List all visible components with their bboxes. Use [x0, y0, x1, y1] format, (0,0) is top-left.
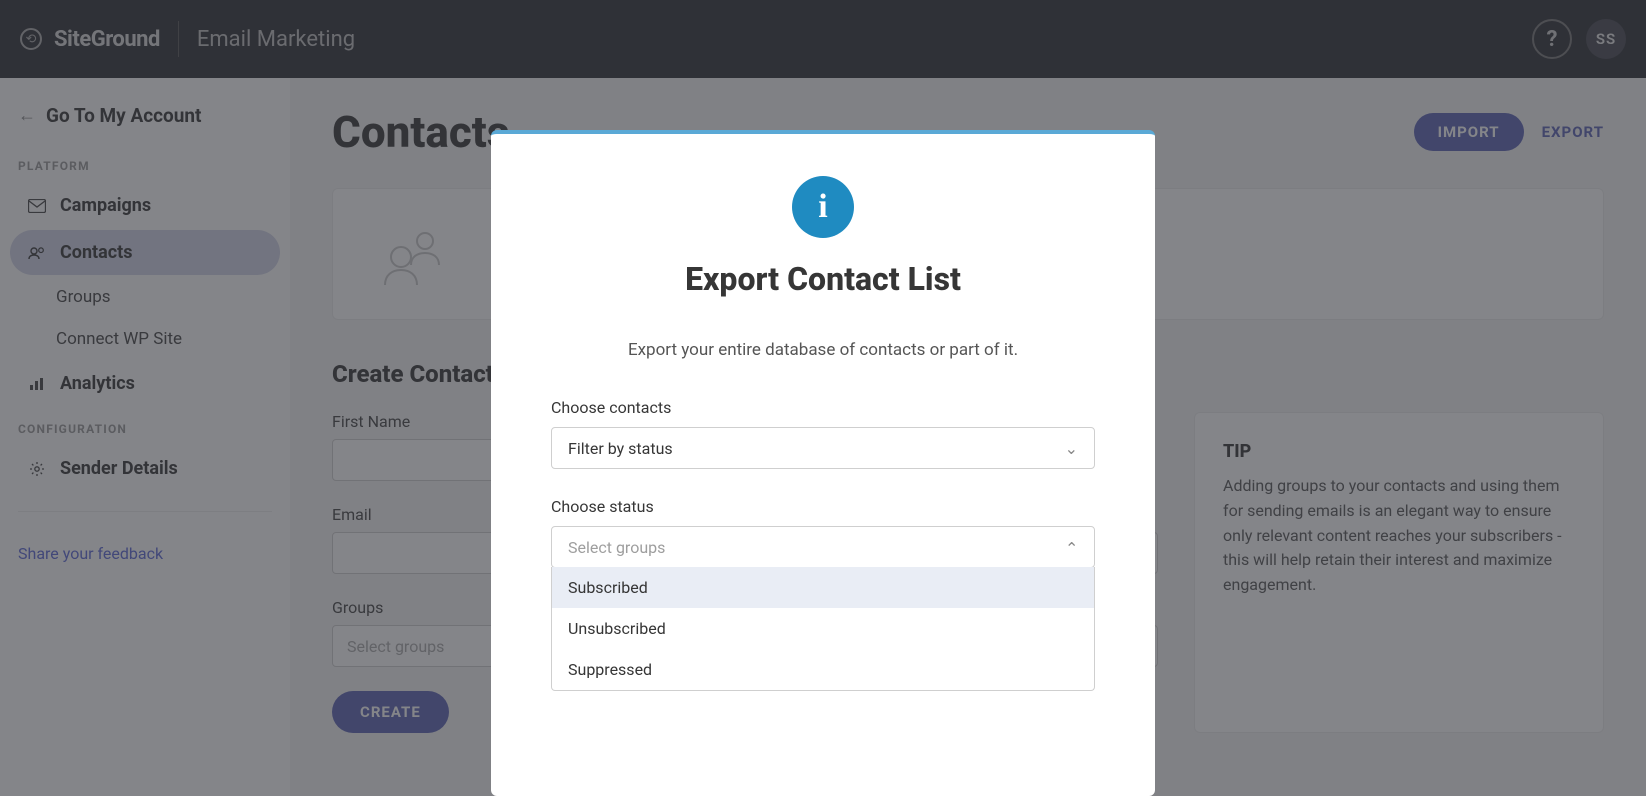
export-contacts-modal: i Export Contact List Export your entire… [491, 130, 1155, 796]
modal-subtitle: Export your entire database of contacts … [551, 340, 1095, 360]
info-icon: i [792, 176, 854, 238]
choose-contacts-value: Filter by status [568, 439, 673, 458]
choose-status-select[interactable]: Select groups ⌄ Subscribed Unsubscribed … [551, 526, 1095, 568]
choose-status-placeholder: Select groups [568, 538, 665, 557]
option-label: Suppressed [568, 660, 652, 679]
chevron-down-icon: ⌄ [1065, 439, 1078, 458]
choose-contacts-select[interactable]: Filter by status ⌄ [551, 427, 1095, 469]
choose-contacts-label: Choose contacts [551, 398, 1095, 417]
option-label: Unsubscribed [568, 619, 666, 638]
status-option-unsubscribed[interactable]: Unsubscribed [552, 608, 1094, 649]
choose-status-label: Choose status [551, 497, 1095, 516]
status-dropdown: Subscribed Unsubscribed Suppressed [551, 567, 1095, 691]
status-option-subscribed[interactable]: Subscribed [552, 567, 1094, 608]
status-option-suppressed[interactable]: Suppressed [552, 649, 1094, 690]
modal-title: Export Contact List [551, 260, 1095, 298]
modal-overlay[interactable]: i Export Contact List Export your entire… [0, 0, 1646, 796]
chevron-up-icon: ⌄ [1065, 538, 1078, 557]
option-label: Subscribed [568, 578, 648, 597]
